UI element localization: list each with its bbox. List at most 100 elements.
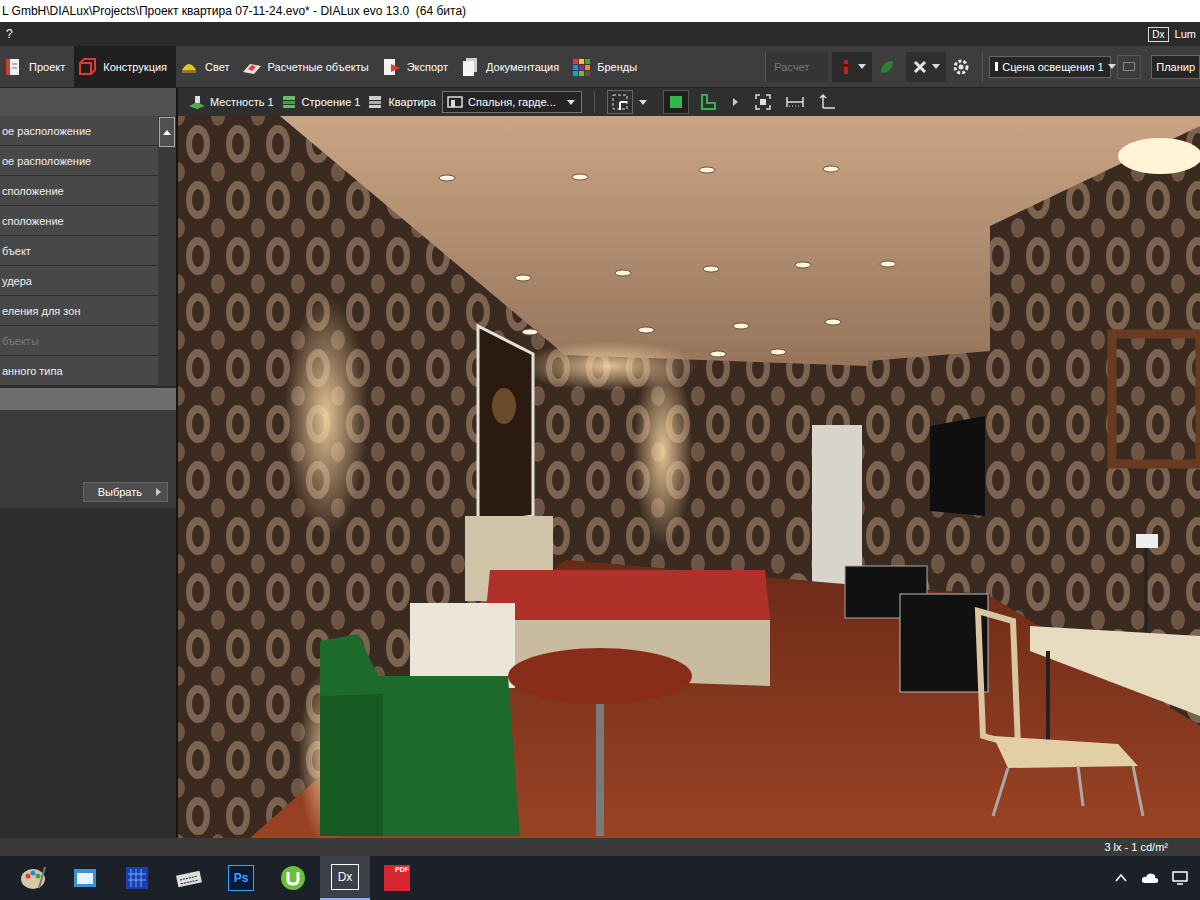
scene-label: Сцена освещения 1	[1002, 61, 1103, 73]
separator	[594, 91, 595, 113]
select-label: Выбрать	[98, 486, 142, 498]
sidebar-item[interactable]: еления для зон	[0, 296, 158, 326]
luminaire-label[interactable]: Lum	[1175, 28, 1196, 40]
up-arrow-icon	[163, 130, 171, 135]
floor-view-tool[interactable]	[695, 90, 721, 114]
taskbar-app[interactable]	[8, 856, 58, 900]
sidebar: ое расположениеое расположениесположение…	[0, 88, 178, 838]
dialux-icon: Dx	[331, 864, 359, 890]
cloud-icon[interactable]	[1140, 871, 1160, 885]
armchair-arm	[320, 694, 383, 836]
ceiling-light	[703, 266, 719, 272]
select-button[interactable]: Выбрать	[83, 482, 168, 502]
level-icon	[188, 94, 206, 110]
ceiling-light	[615, 270, 631, 276]
ceiling-light	[880, 261, 896, 267]
main-tab[interactable]: Расчетные объекты	[239, 46, 378, 87]
tab-label: Бренды	[597, 61, 637, 73]
measure-tool[interactable]	[782, 90, 808, 114]
caret-icon	[858, 64, 866, 69]
taskbar-app[interactable]: PDF	[372, 856, 422, 900]
plan-button[interactable]: Планир	[1151, 55, 1200, 79]
tab-label: Свет	[205, 61, 229, 73]
tab-icon	[571, 57, 591, 77]
taskbar-app[interactable]	[112, 856, 162, 900]
calc-options[interactable]	[832, 52, 872, 82]
sidebar-header	[0, 88, 176, 116]
sidebar-item[interactable]: анного типа	[0, 356, 158, 386]
main-tab[interactable]: Свет	[176, 46, 238, 87]
cube-icon	[667, 93, 685, 111]
chevron-up-icon[interactable]	[1114, 871, 1128, 885]
cancel-options[interactable]	[906, 52, 946, 82]
height-tool[interactable]	[814, 90, 840, 114]
tab-icon	[460, 57, 480, 77]
caret-icon	[639, 100, 647, 105]
breadcrumb-item[interactable]: Местность 1	[188, 94, 274, 110]
breadcrumb-item[interactable]: Строение 1	[280, 94, 361, 110]
scrollbar[interactable]	[158, 116, 176, 386]
monitor-icon[interactable]	[1172, 871, 1188, 885]
taskbar-app[interactable]	[164, 856, 214, 900]
desk-lamp	[1145, 546, 1148, 641]
section-panel: Выбрать	[0, 410, 176, 508]
sidebar-item[interactable]: сположение	[0, 206, 158, 236]
ceiling-light	[522, 329, 538, 335]
pdf-label: PDF	[395, 866, 409, 873]
scene-select[interactable]: Сцена освещения 1	[989, 56, 1111, 78]
sidebar-item[interactable]: удера	[0, 266, 158, 296]
more-arrow-icon[interactable]	[733, 98, 738, 106]
sidebar-item[interactable]: сположение	[0, 176, 158, 206]
taskbar-app[interactable]	[268, 856, 318, 900]
calculate-button[interactable]: Расчет	[765, 52, 828, 82]
sidebar-item[interactable]: ое расположение	[0, 146, 158, 176]
breadcrumb-item[interactable]: Квартира	[366, 94, 436, 110]
status-bar: 3 lx - 1 cd/m²	[0, 838, 1200, 856]
sidebar-item[interactable]: бъект	[0, 236, 158, 266]
ceiling-light	[795, 262, 811, 268]
fit-view-tool[interactable]	[750, 90, 776, 114]
taskbar-app[interactable]	[60, 856, 110, 900]
sidebar-item[interactable]: ое расположение	[0, 116, 158, 146]
pendant-lamp	[1118, 138, 1200, 174]
dx-badge[interactable]: Dx	[1148, 27, 1168, 42]
leaf-icon[interactable]	[878, 58, 896, 76]
main-tab[interactable]: Бренды	[568, 46, 646, 87]
taskbar-app[interactable]: Dx	[320, 856, 370, 900]
room-select[interactable]: Спальня, гарде...	[442, 91, 582, 113]
main-tab-bar: ПроектКонструкция Свет Расчетные объекты Эк…	[0, 46, 1200, 88]
help-menu[interactable]: ?	[6, 27, 13, 41]
3d-view-tool[interactable]	[663, 90, 689, 114]
sidebar-item[interactable]: бъекты	[0, 326, 158, 356]
ceiling-light	[825, 319, 841, 325]
gear-icon[interactable]	[952, 58, 970, 76]
ceiling-light	[770, 349, 786, 355]
height-icon	[817, 93, 837, 111]
taskbar-app[interactable]: Ps	[216, 856, 266, 900]
scene-settings-button[interactable]	[1117, 55, 1141, 79]
main-tab[interactable]: Документация	[457, 46, 568, 87]
separator	[982, 52, 983, 82]
ceiling-light	[439, 175, 455, 181]
scroll-up-button[interactable]	[159, 117, 175, 147]
main-tab[interactable]: Проект	[0, 46, 74, 87]
tab-icon	[381, 57, 401, 77]
main-tab[interactable]: Конструкция	[74, 46, 176, 87]
taskbar: Ps Dx PDF	[0, 856, 1200, 900]
nightstand	[410, 603, 515, 688]
table-leg	[596, 691, 604, 836]
selection-tool[interactable]	[607, 90, 633, 114]
tab-label: Расчетные объекты	[268, 61, 369, 73]
monitor-icon	[1123, 62, 1135, 71]
photoshop-icon: Ps	[228, 865, 254, 891]
caret-icon	[932, 64, 940, 69]
main-tab[interactable]: Экспорт	[378, 46, 457, 87]
tab-icon	[77, 57, 97, 77]
room-render[interactable]	[178, 116, 1200, 838]
workspace: ое расположениеое расположениесположение…	[0, 88, 1200, 838]
dialux-window: L GmbH\DIALux\Projects\Проект квартира 0…	[0, 0, 1200, 900]
black-armchair	[900, 594, 988, 692]
ceiling-light	[638, 327, 654, 333]
3d-viewport[interactable]	[178, 116, 1200, 838]
torrent-icon	[279, 864, 307, 892]
